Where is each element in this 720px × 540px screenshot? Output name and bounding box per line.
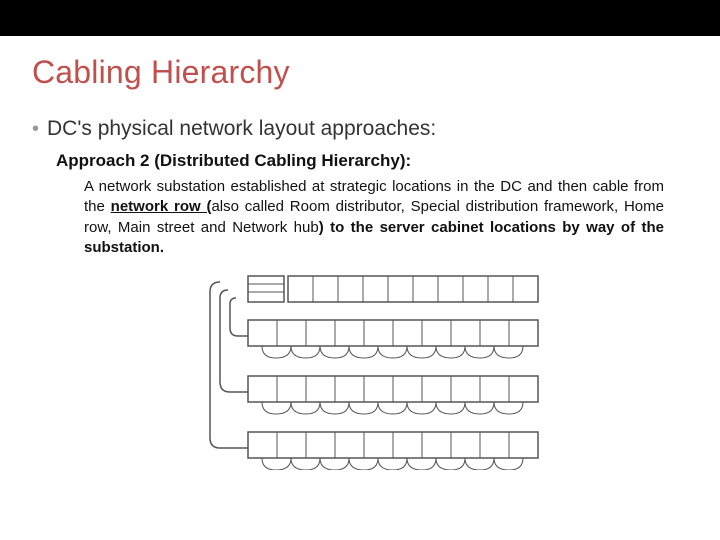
top-bar bbox=[0, 0, 720, 36]
slide: Cabling Hierarchy • DC's physical networ… bbox=[0, 0, 720, 540]
slide-title: Cabling Hierarchy bbox=[0, 36, 720, 91]
diagram-row-4 bbox=[248, 432, 538, 470]
bullet-row: • DC's physical network layout approache… bbox=[32, 115, 688, 143]
diagram-row-1 bbox=[248, 276, 538, 302]
approach-title: Approach 2 (Distributed Cabling Hierarch… bbox=[56, 151, 688, 171]
diagram-row-2 bbox=[248, 320, 538, 358]
body-part-emph: network row ( bbox=[111, 198, 212, 215]
bullet-dot-icon: • bbox=[32, 115, 39, 143]
approach-body: A network substation established at stra… bbox=[84, 177, 664, 258]
diagram-row-3 bbox=[248, 376, 538, 414]
slide-body: • DC's physical network layout approache… bbox=[0, 91, 720, 470]
cabling-diagram bbox=[170, 270, 550, 470]
bullet-text: DC's physical network layout approaches: bbox=[47, 115, 436, 143]
